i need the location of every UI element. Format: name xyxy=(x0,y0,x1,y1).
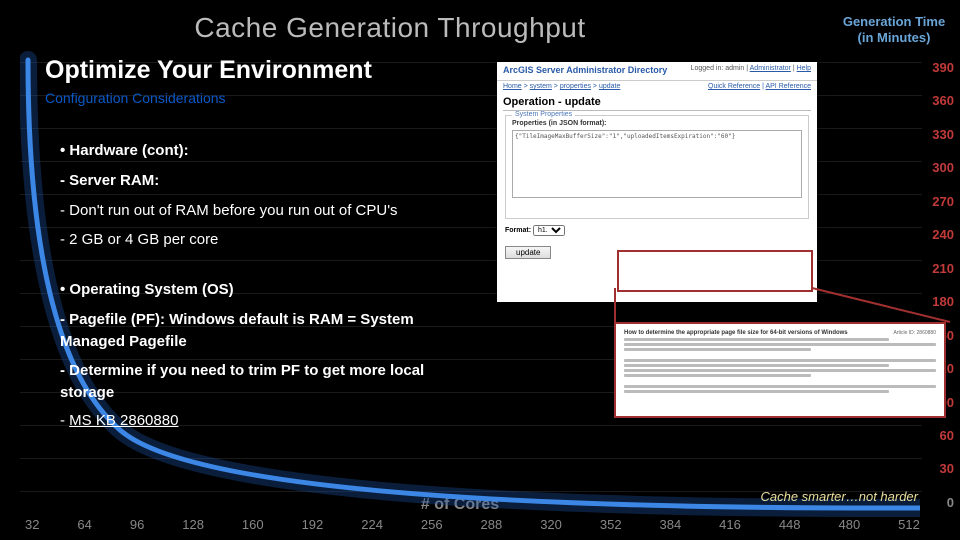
x-tick: 256 xyxy=(421,517,443,532)
admin-field-label: Properties (in JSON format): xyxy=(512,120,802,127)
chart-title: Cache Generation Throughput xyxy=(0,12,780,44)
bullet-hardware: Hardware (cont): Server RAM: Don't run o… xyxy=(60,140,480,251)
x-tick: 64 xyxy=(77,517,91,532)
admin-login-status: Logged in: admin | Administrator | Help xyxy=(691,65,811,75)
x-tick: 352 xyxy=(600,517,622,532)
bullet-trim-pf: Determine if you need to trim PF to get … xyxy=(60,360,480,431)
chart-y-title: Generation Time (in Minutes) xyxy=(834,14,954,45)
admin-operation-title: Operation - update xyxy=(497,92,817,110)
x-tick: 320 xyxy=(540,517,562,532)
admin-format-select[interactable]: h1. xyxy=(533,225,565,236)
y-tick: 240 xyxy=(932,227,954,242)
bullet-pagefile: Pagefile (PF): Windows default is RAM = … xyxy=(60,309,480,353)
x-tick: 32 xyxy=(25,517,39,532)
kb-title: How to determine the appropriate page fi… xyxy=(624,330,848,336)
y-tick: 360 xyxy=(932,93,954,108)
slide-heading: Optimize Your Environment xyxy=(45,56,372,85)
admin-format-row: Format: h1. xyxy=(505,225,809,236)
admin-update-button[interactable]: update xyxy=(505,246,551,259)
slide-body: Hardware (cont): Server RAM: Don't run o… xyxy=(60,140,480,450)
x-tick: 448 xyxy=(779,517,801,532)
y-tick: 270 xyxy=(932,194,954,209)
bullet-ram-2: 2 GB or 4 GB per core xyxy=(60,229,480,251)
y-tick: 390 xyxy=(932,60,954,75)
y-tick: 300 xyxy=(932,160,954,175)
slide-root: Cache Generation Throughput Generation T… xyxy=(0,0,960,540)
y-tick: 0 xyxy=(947,495,954,510)
y-tick: 30 xyxy=(940,461,954,476)
x-tick: 224 xyxy=(361,517,383,532)
x-tick: 416 xyxy=(719,517,741,532)
admin-section-title: System Properties xyxy=(512,111,575,118)
tagline-text: Cache smarter…not harder xyxy=(760,489,918,504)
chart-x-axis: 32 64 96 128 160 192 224 256 288 320 352… xyxy=(25,517,920,532)
x-tick: 160 xyxy=(242,517,264,532)
bullet-server-ram: Server RAM: Don't run out of RAM before … xyxy=(60,170,480,251)
admin-breadcrumb: Home > system > properties > update xyxy=(503,83,620,90)
ms-kb-link[interactable]: MS KB 2860880 xyxy=(69,412,178,429)
admin-properties-textarea[interactable]: {"TileImageMaxBufferSize":"1","uploadedI… xyxy=(512,130,802,198)
admin-ref-links: Quick Reference | API Reference xyxy=(708,83,811,90)
x-tick: 128 xyxy=(182,517,204,532)
slide-subheading: Configuration Considerations xyxy=(45,90,226,106)
y-tick: 180 xyxy=(932,294,954,309)
x-tick: 288 xyxy=(481,517,503,532)
bullet-ram-1: Don't run out of RAM before you run out … xyxy=(60,200,480,222)
admin-directory-screenshot: ArcGIS Server Administrator Directory Lo… xyxy=(497,62,817,302)
kb-article-id: Article ID: 2860880 xyxy=(893,330,936,336)
bullet-kb-link: MS KB 2860880 xyxy=(60,410,480,432)
x-tick: 384 xyxy=(660,517,682,532)
admin-product-title: ArcGIS Server Administrator Directory xyxy=(503,65,667,75)
x-tick: 512 xyxy=(898,517,920,532)
x-tick: 480 xyxy=(838,517,860,532)
bullet-os: Operating System (OS) Pagefile (PF): Win… xyxy=(60,279,480,432)
x-tick: 192 xyxy=(302,517,324,532)
y-tick: 60 xyxy=(940,428,954,443)
y-tick: 210 xyxy=(932,261,954,276)
kb-article-zoom: How to determine the appropriate page fi… xyxy=(614,322,946,418)
chart-y-axis: 390 360 330 300 270 240 210 180 150 120 … xyxy=(932,60,954,510)
x-tick: 96 xyxy=(130,517,144,532)
y-tick: 330 xyxy=(932,127,954,142)
